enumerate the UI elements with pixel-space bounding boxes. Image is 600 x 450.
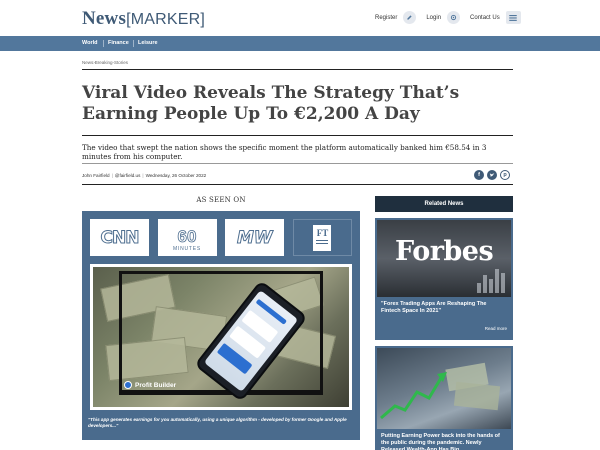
author-handle[interactable]: @fairfield.us [115, 173, 141, 178]
svg-text:60: 60 [178, 227, 197, 246]
divider [82, 135, 513, 136]
nav-divider [103, 40, 104, 47]
media-panel: CNN 60 MINUTES MW FT Profit Builder "Thi… [82, 211, 360, 440]
related-news-heading: Related News [375, 196, 513, 212]
divider [82, 69, 513, 70]
nav-item-world[interactable]: World [82, 40, 97, 46]
profit-builder-icon [124, 381, 132, 389]
sixty-minutes-mark: 60 MINUTES [173, 226, 201, 252]
svg-text:MINUTES: MINUTES [173, 246, 201, 252]
profit-builder-badge: Profit Builder [124, 379, 176, 391]
site-logo[interactable]: News[MARKER] [82, 8, 205, 30]
main-nav: World Finance Leisure [0, 36, 600, 51]
top-header: News[MARKER] Register Login Contact Us [0, 0, 600, 36]
author-name[interactable]: John Fairfield [82, 173, 110, 178]
menu-icon[interactable] [505, 11, 521, 24]
nav-item-finance[interactable]: Finance [108, 40, 129, 46]
twitter-icon[interactable] [487, 170, 497, 180]
pinterest-icon[interactable]: p [500, 170, 510, 180]
media-logos: CNN 60 MINUTES MW FT [90, 219, 352, 256]
chart-bars-decor [475, 269, 505, 293]
gear-icon[interactable] [447, 11, 461, 24]
growth-chart-decor [380, 362, 501, 420]
money-chart-image[interactable] [377, 348, 511, 429]
video-caption: "This app generates earnings for you aut… [88, 417, 347, 428]
article-headline: Viral Video Reveals The Strategy That’s … [82, 83, 460, 124]
video-player[interactable]: Profit Builder [90, 264, 352, 410]
article-subheadline: The video that swept the nation shows th… [82, 143, 487, 161]
contact-us-link[interactable]: Contact Us [470, 15, 500, 21]
related-card[interactable]: Forbes "Forex Trading Apps Are Reshaping… [375, 218, 513, 340]
as-seen-on-label: AS SEEN ON [196, 196, 246, 204]
nav-divider [133, 40, 134, 47]
marketwatch-logo: MW [225, 219, 285, 256]
cnn-logo: CNN [90, 219, 149, 256]
video-thumbnail[interactable]: Profit Builder [93, 267, 349, 407]
publish-date: Wednesday, 26 October 2022 [145, 173, 207, 178]
forbes-image[interactable]: Forbes [377, 220, 511, 297]
register-link[interactable]: Register [375, 15, 397, 21]
byline: John Fairfield | @fairfield.us | Wednesd… [82, 173, 207, 178]
related-card-title[interactable]: "Forex Trading Apps Are Reshaping The Fi… [381, 301, 507, 315]
nav-item-leisure[interactable]: Leisure [138, 40, 158, 46]
account-links: Register Login Contact Us [375, 11, 521, 24]
divider [82, 163, 513, 164]
breadcrumb[interactable]: News›Breaking-Stories [82, 60, 128, 65]
ft-text: FT [316, 227, 329, 238]
forbes-logo-text: Forbes [395, 236, 494, 267]
related-card[interactable]: Putting Earning Power back into the hand… [375, 346, 513, 450]
logo-marker-text: [MARKER] [126, 11, 206, 28]
related-card-title[interactable]: Putting Earning Power back into the hand… [381, 433, 507, 450]
logo-news-text: News [82, 8, 127, 29]
share-buttons: f p [471, 170, 510, 180]
sixty-minutes-logo: 60 MINUTES [157, 219, 217, 256]
financial-times-logo: FT [292, 219, 352, 256]
read-more-link[interactable]: Read more [485, 326, 507, 331]
profit-builder-label: Profit Builder [135, 381, 177, 389]
login-link[interactable]: Login [426, 15, 441, 21]
facebook-icon[interactable]: f [474, 170, 484, 180]
divider [82, 184, 513, 185]
pencil-icon[interactable] [403, 11, 417, 24]
